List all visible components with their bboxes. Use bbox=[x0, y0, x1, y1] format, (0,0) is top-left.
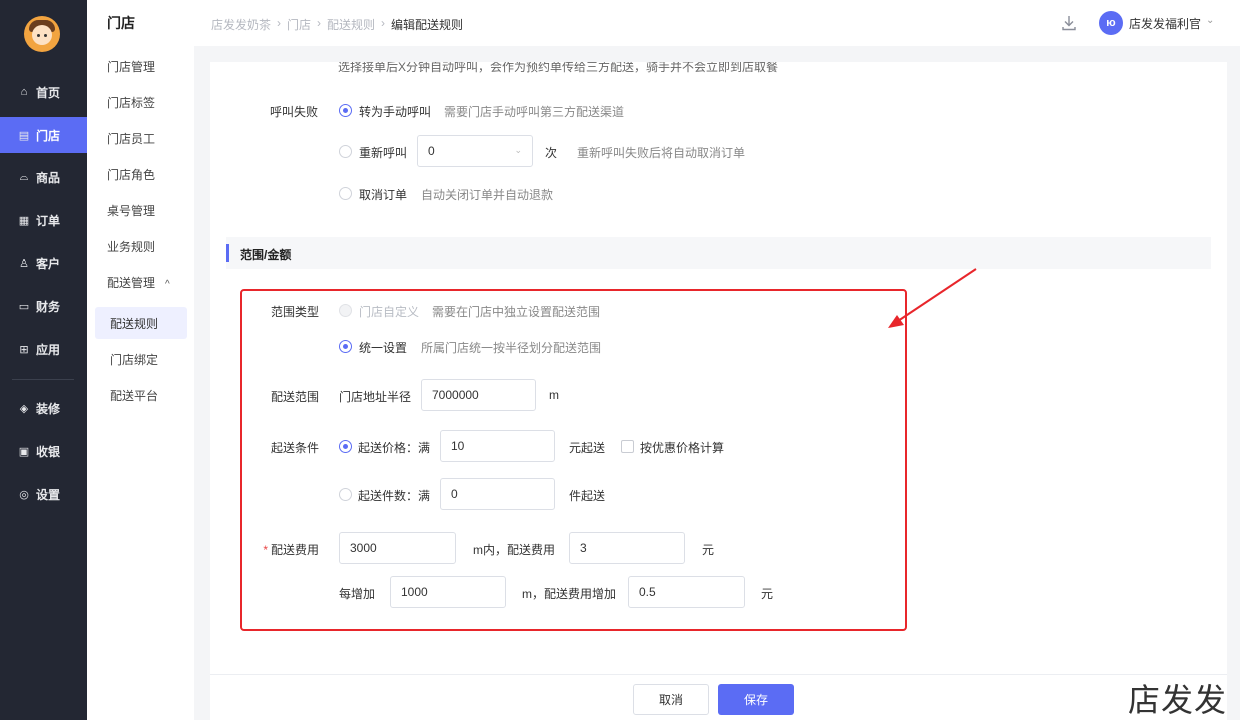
nav-divider bbox=[12, 379, 74, 380]
recall-unit: 次 bbox=[545, 146, 558, 160]
apps-icon: ⊞ bbox=[19, 343, 29, 356]
submenu-item-business-rules[interactable]: 业务规则 bbox=[107, 238, 155, 255]
bag-icon: ⌓ bbox=[19, 170, 29, 183]
form-footer: 取消 保存 bbox=[210, 674, 1227, 720]
submenu-item-store-tags[interactable]: 门店标签 bbox=[107, 94, 155, 111]
submenu-item-store-binding[interactable]: 门店绑定 bbox=[110, 351, 158, 368]
section-title: 范围/金额 bbox=[240, 248, 292, 262]
store-icon: ▤ bbox=[18, 129, 30, 142]
annotation-highlight-box bbox=[240, 289, 907, 631]
nav-label: 商品 bbox=[36, 170, 61, 185]
download-icon[interactable] bbox=[1060, 14, 1078, 32]
option-manual-call[interactable]: 转为手动呼叫 bbox=[359, 103, 431, 120]
section-header-range-amount: 范围/金额 bbox=[226, 237, 1211, 269]
nav-label: 装修 bbox=[36, 401, 61, 416]
order-icon: ▦ bbox=[18, 214, 30, 227]
submenu-item-store-manage[interactable]: 门店管理 bbox=[107, 58, 155, 75]
brand-avatar[interactable] bbox=[24, 16, 60, 52]
nav-label: 财务 bbox=[36, 299, 61, 314]
cancel-order-hint: 自动关闭订单并自动退款 bbox=[421, 188, 554, 202]
watermark-text: 店发发 bbox=[1128, 681, 1228, 719]
recall-count-select[interactable]: 0 ⌄ bbox=[417, 135, 533, 167]
submenu-item-delivery-platform[interactable]: 配送平台 bbox=[110, 387, 158, 404]
nav-item-cashier[interactable]: ▣ 收银 bbox=[0, 433, 87, 469]
breadcrumb-current: 编辑配送规则 bbox=[391, 18, 464, 32]
nav-item-decoration[interactable]: ◈ 装修 bbox=[0, 390, 87, 426]
nav-label: 收银 bbox=[36, 444, 61, 459]
radio-recall[interactable] bbox=[339, 145, 352, 158]
nav-item-store[interactable]: ▤ 门店 bbox=[0, 117, 87, 153]
chevron-down-icon: ⌄ bbox=[514, 145, 522, 155]
annotation-arrow-icon bbox=[888, 268, 977, 328]
breadcrumb-item[interactable]: 门店 bbox=[287, 16, 311, 33]
nav-item-home[interactable]: ⌂ 首页 bbox=[0, 74, 87, 110]
nav-item-apps[interactable]: ⊞ 应用 bbox=[0, 331, 87, 367]
nav-label: 首页 bbox=[36, 85, 61, 100]
nav-label: 设置 bbox=[36, 487, 61, 502]
wallet-icon: ▭ bbox=[18, 300, 30, 313]
nav-label: 门店 bbox=[36, 128, 61, 143]
radio-manual-call[interactable] bbox=[339, 104, 352, 117]
truncated-hint-text: 选择接单后X分钟自动呼叫，会作为预约单传给三方配送，骑手并不会立即到店取餐 bbox=[338, 62, 779, 74]
breadcrumb: 店发发奶茶 › 门店 › 配送规则 › 编辑配送规则 bbox=[211, 16, 464, 33]
option-recall[interactable]: 重新呼叫 bbox=[359, 144, 407, 161]
nav-label: 订单 bbox=[36, 213, 61, 228]
radio-cancel-order[interactable] bbox=[339, 187, 352, 200]
option-cancel-order[interactable]: 取消订单 bbox=[359, 186, 407, 203]
breadcrumb-item[interactable]: 配送规则 bbox=[327, 16, 375, 33]
nav-item-settings[interactable]: ◎ 设置 bbox=[0, 476, 87, 512]
nav-label: 客户 bbox=[36, 256, 61, 271]
submenu-title: 门店 bbox=[107, 15, 135, 31]
recall-count-value: 0 bbox=[428, 144, 435, 158]
nav-item-finance[interactable]: ▭ 财务 bbox=[0, 288, 87, 324]
user-icon: ♙ bbox=[19, 257, 29, 270]
user-avatar[interactable]: ю bbox=[1099, 11, 1123, 35]
submenu-item-table-manage[interactable]: 桌号管理 bbox=[107, 202, 155, 219]
recall-hint: 重新呼叫失败后将自动取消订单 bbox=[577, 146, 746, 160]
cancel-button[interactable]: 取消 bbox=[633, 684, 709, 715]
chevron-up-icon: ^ bbox=[165, 279, 170, 290]
submenu-item-store-staff[interactable]: 门店员工 bbox=[107, 130, 155, 147]
save-button[interactable]: 保存 bbox=[718, 684, 794, 715]
main-sidebar: ⌂ 首页 ▤ 门店 ⌓ 商品 ▦ 订单 ♙ 客户 ▭ 财务 ⊞ 应用 ◈ 装修 … bbox=[0, 0, 87, 720]
top-header: 店发发奶茶 › 门店 › 配送规则 › 编辑配送规则 ю 店发发福利官 ⌄ bbox=[194, 0, 1240, 46]
submenu-item-delivery-rules[interactable]: 配送规则 bbox=[110, 315, 158, 332]
submenu-group-label: 配送管理 bbox=[107, 276, 156, 290]
nav-item-customers[interactable]: ♙ 客户 bbox=[0, 245, 87, 281]
user-name[interactable]: 店发发福利官 bbox=[1129, 15, 1201, 32]
chevron-down-icon[interactable]: ⌄ bbox=[1206, 15, 1214, 26]
submenu-group-delivery[interactable]: 配送管理 ^ bbox=[107, 274, 170, 291]
home-icon: ⌂ bbox=[20, 86, 28, 98]
cashier-icon: ▣ bbox=[18, 445, 30, 458]
manual-call-hint: 需要门店手动呼叫第三方配送渠道 bbox=[444, 105, 625, 119]
submenu-item-store-roles[interactable]: 门店角色 bbox=[107, 166, 155, 183]
nav-item-orders[interactable]: ▦ 订单 bbox=[0, 202, 87, 238]
breadcrumb-item[interactable]: 店发发奶茶 bbox=[211, 16, 271, 33]
call-fail-label: 呼叫失败 bbox=[269, 105, 318, 119]
layers-icon: ◈ bbox=[19, 402, 29, 415]
settings-icon: ◎ bbox=[19, 488, 29, 501]
nav-item-goods[interactable]: ⌓ 商品 bbox=[0, 159, 87, 195]
nav-label: 应用 bbox=[36, 342, 61, 357]
section-accent-bar bbox=[226, 244, 229, 262]
store-submenu: 门店 门店管理 门店标签 门店员工 门店角色 桌号管理 业务规则 配送管理 ^ 配… bbox=[87, 0, 194, 720]
